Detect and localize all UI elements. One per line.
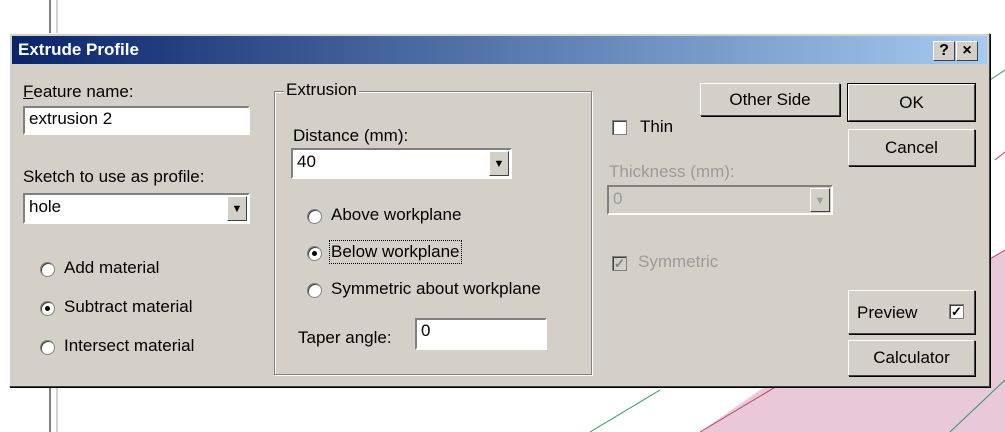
extrusion-group-title: Extrusion bbox=[284, 80, 359, 100]
sketch-select-value: hole bbox=[29, 197, 62, 216]
distance-select-value: 40 bbox=[297, 152, 316, 171]
material-radio-1[interactable] bbox=[40, 301, 55, 316]
feature-name-input[interactable]: extrusion 2 bbox=[23, 106, 250, 135]
material-radio-2[interactable] bbox=[40, 340, 55, 355]
radio-dot-icon bbox=[45, 306, 50, 311]
chevron-down-icon: ▼ bbox=[810, 188, 830, 212]
sketch-label: Sketch to use as profile: bbox=[23, 167, 205, 186]
other-side-button[interactable]: Other Side bbox=[700, 83, 840, 116]
preview-button[interactable]: Preview ✓ bbox=[848, 290, 975, 334]
sketch-select[interactable]: hole ▼ bbox=[23, 193, 250, 224]
close-button[interactable]: × bbox=[956, 41, 978, 61]
preview-label: Preview bbox=[857, 303, 918, 322]
distance-select[interactable]: 40 ▼ bbox=[291, 148, 512, 179]
preview-checkbox[interactable]: ✓ bbox=[949, 304, 964, 319]
chevron-down-icon[interactable]: ▼ bbox=[227, 196, 247, 221]
symmetric-label: Symmetric bbox=[638, 252, 719, 271]
taper-angle-label: Taper angle: bbox=[298, 328, 392, 347]
thickness-select[interactable]: 0 ▼ bbox=[607, 185, 833, 215]
material-radio-0[interactable] bbox=[40, 262, 55, 277]
cancel-button[interactable]: Cancel bbox=[848, 129, 975, 166]
taper-angle-input[interactable]: 0 bbox=[415, 318, 547, 350]
direction-radio-0[interactable] bbox=[307, 209, 322, 224]
ok-button[interactable]: OK bbox=[847, 83, 976, 122]
feature-name-label: Feature name: bbox=[23, 82, 134, 101]
material-label-1: Subtract material bbox=[64, 297, 193, 316]
direction-label-1: Below workplane bbox=[329, 240, 462, 264]
symmetric-checkbox[interactable]: ✓ bbox=[612, 256, 627, 271]
help-button[interactable]: ? bbox=[933, 41, 955, 61]
radio-dot-icon bbox=[312, 251, 317, 256]
thin-checkbox[interactable] bbox=[612, 120, 627, 135]
distance-label: Distance (mm): bbox=[293, 126, 409, 145]
direction-radio-1[interactable] bbox=[307, 246, 322, 261]
thickness-select-value: 0 bbox=[613, 189, 623, 208]
dialog-title: Extrude Profile bbox=[18, 40, 139, 59]
extrude-profile-dialog: Extrude Profile ? × Feature name: extrus… bbox=[9, 33, 990, 387]
chevron-down-icon[interactable]: ▼ bbox=[489, 151, 509, 176]
calculator-button[interactable]: Calculator bbox=[848, 340, 975, 376]
direction-label-2: Symmetric about workplane bbox=[331, 279, 541, 298]
material-label-0: Add material bbox=[64, 258, 160, 277]
thin-label: Thin bbox=[640, 117, 674, 136]
material-label-2: Intersect material bbox=[64, 336, 195, 355]
direction-label-0: Above workplane bbox=[331, 205, 462, 224]
title-bar[interactable]: Extrude Profile ? × bbox=[12, 36, 987, 64]
direction-radio-2[interactable] bbox=[307, 283, 322, 298]
thickness-label: Thickness (mm): bbox=[609, 162, 735, 181]
